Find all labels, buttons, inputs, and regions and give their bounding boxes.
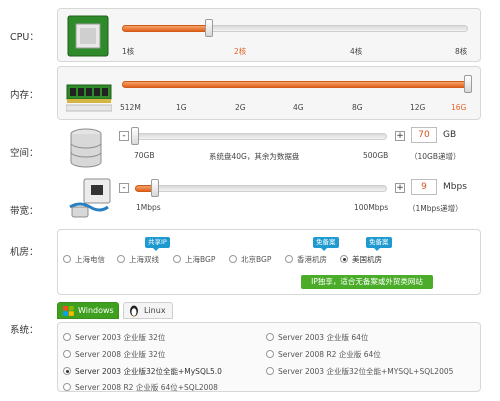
os-radio[interactable] bbox=[266, 350, 274, 358]
tab-linux-label: Linux bbox=[144, 306, 166, 315]
os-option-label: Server 2003 企业版 64位 bbox=[278, 333, 369, 342]
cpu-tick: 2核 bbox=[234, 47, 247, 56]
memory-tick: 1G bbox=[176, 103, 187, 112]
disk-stack-icon bbox=[66, 125, 112, 169]
memory-tick: 16G bbox=[451, 103, 467, 112]
bandwidth-slider-track[interactable] bbox=[135, 185, 387, 192]
bandwidth-value-input[interactable]: 9 bbox=[411, 179, 437, 195]
room-option-label: 上海电信 bbox=[75, 255, 105, 264]
os-radio[interactable] bbox=[63, 333, 71, 341]
no-filing-badge: 免备案 bbox=[313, 237, 339, 251]
room-radio-shanghai-telecom[interactable] bbox=[63, 255, 71, 263]
memory-tick: 4G bbox=[293, 103, 304, 112]
os-option-label: Server 2003 企业版32位全能+MYSQL+SQL2005 bbox=[278, 367, 454, 376]
disk-step-note: （10GB递增） bbox=[410, 152, 461, 161]
bandwidth-slider-thumb[interactable] bbox=[151, 179, 159, 197]
disk-max-label: 500GB bbox=[363, 151, 389, 160]
cpu-tick: 4核 bbox=[350, 47, 363, 56]
memory-slider-fill bbox=[122, 81, 468, 88]
cpu-label: CPU： bbox=[10, 32, 39, 43]
system-label: 系统： bbox=[10, 325, 39, 336]
bandwidth-min-label: 1Mbps bbox=[136, 203, 161, 212]
disk-increase-button[interactable]: + bbox=[395, 131, 405, 141]
room-option-label: 北京BGP bbox=[241, 255, 272, 264]
memory-tick: 8G bbox=[352, 103, 363, 112]
cpu-slider-thumb[interactable] bbox=[205, 19, 213, 37]
room-radio-usa[interactable] bbox=[340, 255, 348, 263]
cpu-slider-fill bbox=[122, 25, 209, 32]
os-option-label: Server 2008 R2 企业版 64位 bbox=[278, 350, 381, 359]
os-option-label: Server 2008 企业版 32位 bbox=[75, 350, 166, 359]
system-panel: Server 2003 企业版 32位 Server 2008 企业版 32位 … bbox=[57, 322, 481, 392]
disk-min-label: 70GB bbox=[134, 151, 155, 160]
room-option-label: 上海BGP bbox=[185, 255, 216, 264]
tab-linux[interactable]: Linux bbox=[123, 302, 173, 319]
os-radio[interactable] bbox=[63, 367, 71, 375]
room-radio-shanghai-bgp[interactable] bbox=[173, 255, 181, 263]
room-option-label: 香港机房 bbox=[297, 255, 327, 264]
room-option-label: 上海双线 bbox=[129, 255, 159, 264]
memory-slider-thumb[interactable] bbox=[464, 75, 472, 93]
bandwidth-increase-button[interactable]: + bbox=[395, 183, 405, 193]
room-radio-beijing-bgp[interactable] bbox=[229, 255, 237, 263]
disk-decrease-button[interactable]: - bbox=[119, 131, 129, 141]
bandwidth-step-note: （1Mbps递增） bbox=[408, 204, 463, 213]
os-option-label: Server 2008 R2 企业版 64位+SQL2008 bbox=[75, 383, 218, 392]
disk-slider-track[interactable] bbox=[135, 133, 387, 140]
os-option-label: Server 2003 企业版32位全能+MySQL5.0 bbox=[75, 367, 222, 376]
memory-panel: 512M 1G 2G 4G 8G 12G 16G bbox=[57, 66, 481, 120]
room-label: 机房： bbox=[10, 247, 39, 258]
disk-note: 系统盘40G，其余为数据盘 bbox=[209, 152, 300, 161]
network-port-icon bbox=[66, 177, 112, 221]
os-radio[interactable] bbox=[63, 383, 71, 391]
disk-panel: - + 70 GB 70GB 系统盘40G，其余为数据盘 500GB （10GB… bbox=[57, 122, 481, 174]
bandwidth-panel: - + 9 Mbps 1Mbps 100Mbps （1Mbps递增） bbox=[57, 176, 481, 226]
tab-windows[interactable]: Windows bbox=[57, 302, 119, 319]
memory-tick: 2G bbox=[235, 103, 246, 112]
memory-module-icon bbox=[65, 73, 113, 117]
room-radio-shanghai-dual[interactable] bbox=[117, 255, 125, 263]
bandwidth-label: 带宽： bbox=[10, 206, 39, 217]
room-tip: IP独享，适合无备案或外贸类网站 bbox=[301, 275, 433, 289]
penguin-icon bbox=[129, 305, 139, 323]
disk-unit: GB bbox=[443, 130, 457, 140]
disk-label: 空间： bbox=[10, 148, 39, 159]
os-option-label: Server 2003 企业版 32位 bbox=[75, 333, 166, 342]
disk-value-input[interactable]: 70 bbox=[411, 127, 437, 143]
cpu-tick: 8核 bbox=[455, 47, 468, 56]
no-filing-badge: 免备案 bbox=[366, 237, 392, 251]
memory-label: 内存： bbox=[10, 90, 39, 101]
os-radio[interactable] bbox=[266, 367, 274, 375]
os-radio[interactable] bbox=[63, 350, 71, 358]
disk-slider-thumb[interactable] bbox=[131, 127, 139, 145]
memory-tick: 512M bbox=[120, 103, 141, 112]
cpu-slider-track[interactable] bbox=[122, 25, 468, 32]
tab-windows-label: Windows bbox=[78, 306, 114, 315]
cpu-tick: 1核 bbox=[122, 47, 135, 56]
memory-slider-track[interactable] bbox=[122, 81, 468, 88]
bandwidth-unit: Mbps bbox=[443, 182, 467, 192]
cpu-chip-icon bbox=[66, 14, 112, 58]
memory-tick: 12G bbox=[410, 103, 426, 112]
room-radio-hongkong[interactable] bbox=[285, 255, 293, 263]
room-panel: 共享IP 免备案 免备案 上海电信 上海双线 上海BGP 北京BGP 香港机房 … bbox=[57, 229, 481, 295]
cpu-panel: 1核 2核 4核 8核 bbox=[57, 8, 481, 62]
os-radio[interactable] bbox=[266, 333, 274, 341]
room-option-label: 美国机房 bbox=[352, 255, 382, 264]
windows-logo-icon bbox=[63, 306, 74, 322]
shared-ip-badge: 共享IP bbox=[145, 237, 170, 251]
bandwidth-max-label: 100Mbps bbox=[354, 203, 389, 212]
bandwidth-decrease-button[interactable]: - bbox=[119, 183, 129, 193]
